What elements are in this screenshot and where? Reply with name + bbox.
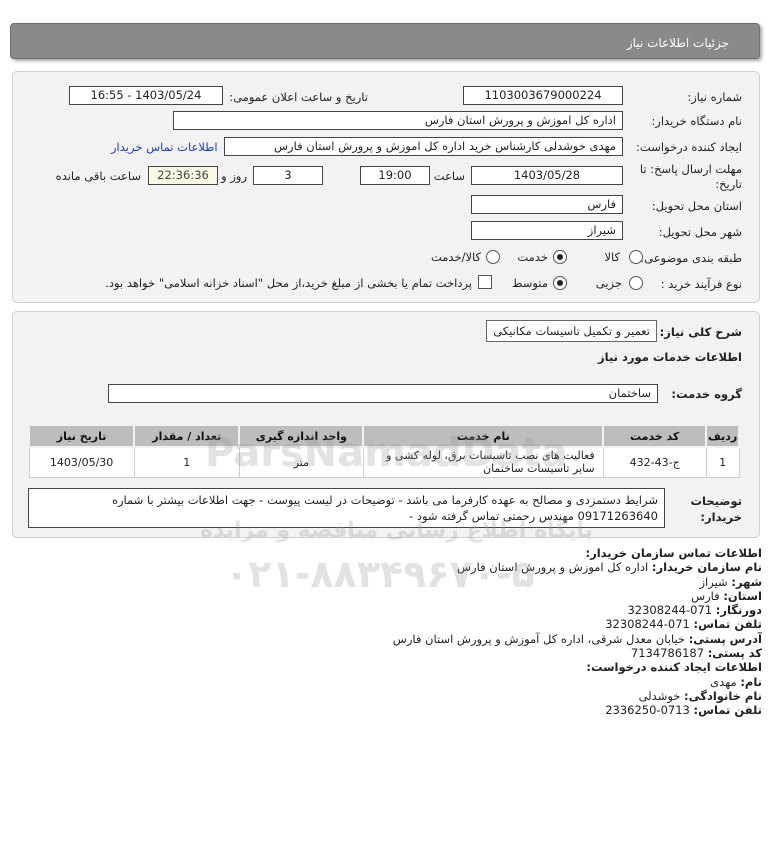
contact-label: تلفن تماس:	[693, 703, 762, 718]
page-title: جزئیات اطلاعات نیاز	[626, 36, 729, 50]
province-field: فارس	[471, 195, 623, 214]
contact-label: استان:	[723, 588, 762, 603]
contact-label: نام خانوادگی:	[684, 688, 762, 703]
announce-field: 1403/05/24 - 16:55	[69, 86, 223, 105]
cell-unit: متر	[238, 446, 364, 478]
deadline-date-field: 1403/05/28	[471, 166, 623, 185]
province-label: استان محل تحویل:	[651, 199, 742, 213]
col-header-service-code: کد خدمت	[602, 424, 708, 448]
contact-label: تلفن تماس:	[693, 617, 762, 632]
creator-label: ایجاد کننده درخواست:	[636, 140, 742, 154]
need-summary-field: تعمیر و تکمیل تاسیسات مکانیکی	[486, 320, 657, 342]
city-field: شیراز	[471, 221, 623, 240]
contact-value: 071-32308244	[605, 617, 690, 632]
deadline-time-field: 19:00	[360, 166, 430, 185]
need-number-label: شماره نیاز:	[687, 90, 742, 104]
buyer-notes-label-2: خریدار:	[700, 510, 742, 524]
contact-value: خوشدلی	[638, 688, 681, 703]
cell-service-name: فعالیت های نصب تاسیسات برق، لوله کشی و س…	[362, 446, 604, 478]
category-option-goods-service: کالا/خدمت	[430, 250, 481, 264]
col-header-row-number: ردیف	[705, 424, 740, 448]
contact-label: شهر:	[731, 574, 762, 589]
buyer-org-label: نام دستگاه خریدار:	[651, 114, 742, 128]
cell-service-code: ج-43-432	[602, 446, 707, 478]
contact-value: 7134786187	[630, 646, 705, 661]
col-header-need-date: تاریخ نیاز	[27, 424, 136, 448]
process-option-medium: متوسط	[511, 276, 548, 290]
cell-need-date: 1403/05/30	[28, 446, 135, 478]
org-contact-heading: اطلاعات تماس سازمان خریدار:	[585, 546, 762, 560]
creator-field: مهدی خوشدلی کارشناس خرید اداره کل اموزش …	[224, 137, 623, 156]
deadline-label-2: تاریخ:	[715, 177, 742, 191]
cell-row-number: 1	[705, 446, 740, 478]
service-group-label: گروه خدمت:	[671, 387, 742, 401]
table-header-row: ردیف کد خدمت نام خدمت واحد اندازه گیری ت…	[27, 424, 740, 448]
days-label: روز و	[221, 169, 247, 183]
contact-label: دورنگار:	[715, 603, 762, 618]
contact-value: مهدی	[710, 674, 737, 689]
process-label: نوع فرآیند خرید :	[660, 277, 742, 291]
contact-label: کد پستی:	[707, 646, 762, 661]
contact-value: خیابان معدل شرقی، اداره کل آموزش و پرورش…	[392, 631, 686, 646]
contact-section: اطلاعات تماس سازمان خریدار: نام سازمان خ…	[22, 546, 762, 718]
buyer-contact-link[interactable]: اطلاعات تماس خریدار	[111, 140, 218, 154]
page-header: جزئیات اطلاعات نیاز	[10, 23, 760, 59]
col-header-quantity: تعداد / مقدار	[133, 424, 241, 448]
category-option-goods: کالا	[604, 250, 620, 264]
services-heading: اطلاعات خدمات مورد نیاز	[598, 350, 742, 364]
buyer-notes-label: توضیحات	[690, 494, 743, 508]
contact-value: 0713-2336250	[605, 703, 690, 718]
contact-value: 071-32308244	[627, 603, 713, 618]
contact-value: فارس	[691, 588, 720, 603]
remaining-time-field: 22:36:36	[148, 166, 218, 185]
days-field: 3	[253, 166, 323, 185]
buyer-notes-field: شرایط دستمزدی و مصالح به عهده کارفرما می…	[28, 488, 665, 528]
deadline-label: مهلت ارسال پاسخ: تا	[639, 162, 742, 176]
category-radio-service[interactable]	[553, 250, 567, 264]
announce-label: تاریخ و ساعت اعلان عمومی:	[229, 90, 368, 104]
process-radio-medium[interactable]	[553, 276, 567, 290]
col-header-service-name: نام خدمت	[362, 424, 605, 448]
treasury-payment-checkbox[interactable]	[478, 275, 492, 289]
creator-contact-heading: اطلاعات ایجاد کننده درخواست:	[586, 660, 762, 675]
process-option-minor: جزیی	[595, 276, 622, 290]
treasury-payment-text: پرداخت تمام یا بخشی از مبلغ خرید،از محل …	[105, 276, 472, 290]
service-group-field: ساختمان	[108, 384, 658, 403]
category-radio-goods-service[interactable]	[486, 250, 500, 264]
contact-label: نام:	[740, 674, 762, 689]
category-radio-goods[interactable]	[629, 250, 643, 264]
col-header-unit: واحد اندازه گیری	[238, 424, 365, 448]
table-row: 1 ج-43-432 فعالیت های نصب تاسیسات برق، ل…	[28, 446, 740, 478]
services-table: ردیف کد خدمت نام خدمت واحد اندازه گیری ت…	[27, 424, 740, 478]
contact-label: نام سازمان خریدار:	[651, 560, 762, 575]
contact-label: آدرس پستی:	[688, 631, 762, 646]
city-label: شهر محل تحویل:	[658, 225, 742, 239]
contact-value: شیراز	[699, 574, 728, 589]
need-summary-label: شرح کلی نیاز:	[659, 325, 742, 339]
remaining-label: ساعت باقی مانده	[55, 169, 141, 183]
time-label: ساعت	[433, 169, 465, 183]
buyer-org-field: اداره کل اموزش و پرورش استان فارس	[173, 111, 623, 130]
contact-value: اداره کل اموزش و پرورش استان فارس	[457, 560, 649, 575]
category-label: طبقه بندی موضوعی:	[640, 251, 742, 265]
need-number-field: 1103003679000224	[463, 86, 623, 105]
cell-quantity: 1	[133, 446, 240, 478]
process-radio-minor[interactable]	[629, 276, 643, 290]
need-info-panel	[12, 71, 760, 303]
category-option-service: خدمت	[517, 250, 548, 264]
